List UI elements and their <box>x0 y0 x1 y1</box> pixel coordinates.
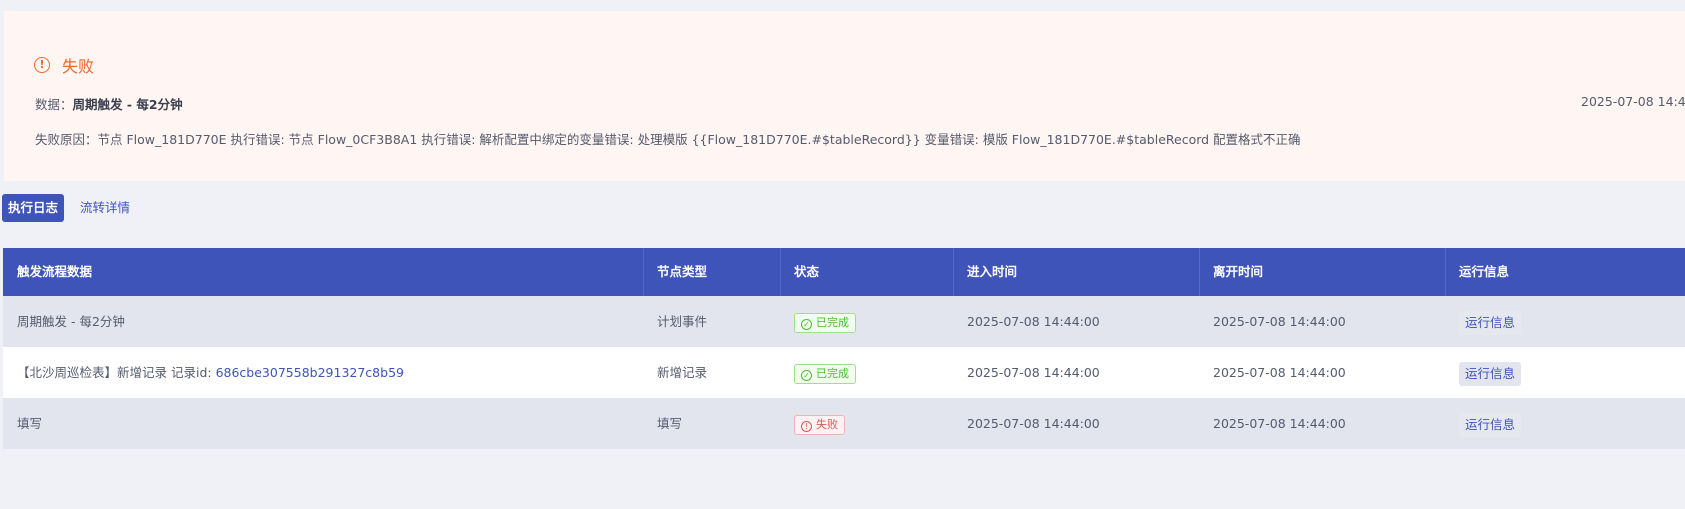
alert-reason: 失败原因：节点 Flow_181D770E 执行错误: 节点 Flow_0CF3… <box>35 132 1301 147</box>
cell-status: ! 失败 <box>780 398 845 449</box>
cell-run-info: 运行信息 <box>1445 296 1522 347</box>
record-id-link[interactable]: 686cbe307558b291327c8b59 <box>216 365 404 380</box>
check-circle-icon: ✓ <box>801 318 812 330</box>
trigger-data-text: 周期触发 - 每2分钟 <box>17 314 125 329</box>
cell-enter-time: 2025-07-08 14:44:00 <box>967 365 1100 380</box>
failure-alert: ! 失败 数据：周期触发 - 每2分钟 2025-07-08 14:44:00 … <box>4 11 1685 181</box>
header-enter-time: 进入时间 <box>967 264 1018 279</box>
cell-run-info: 运行信息 <box>1445 398 1522 449</box>
table-row: 【北沙周巡检表】新增记录 记录id: 686cbe307558b291327c8… <box>3 347 1685 398</box>
status-badge: ! 失败 <box>794 414 845 435</box>
table-header: 触发流程数据 节点类型 状态 进入时间 离开时间 运行信息 <box>3 248 1685 296</box>
table-row: 填写 填写 ! 失败 2025-07-08 14:44:00 2025-07-08… <box>3 398 1685 449</box>
cell-leave-time: 2025-07-08 14:44:00 <box>1213 314 1346 329</box>
alert-data-line: 数据：周期触发 - 每2分钟 <box>35 94 183 113</box>
run-info-button[interactable]: 运行信息 <box>1459 310 1522 335</box>
cell-trigger-data: 【北沙周巡检表】新增记录 记录id: 686cbe307558b291327c8… <box>3 347 404 398</box>
header-leave-time: 离开时间 <box>1213 264 1264 279</box>
status-badge: ✓ 已完成 <box>794 363 856 384</box>
cell-node-type: 新增记录 <box>657 365 708 380</box>
header-status: 状态 <box>794 264 820 279</box>
tab-flow-detail[interactable]: 流转详情 <box>74 194 136 222</box>
cell-status: ✓ 已完成 <box>780 347 856 398</box>
tab-exec-log[interactable]: 执行日志 <box>2 194 65 222</box>
status-text: 已完成 <box>816 315 849 329</box>
exclamation-circle-icon: ! <box>801 420 812 432</box>
trigger-data-text: 填写 <box>17 416 43 431</box>
alert-data-value: 周期触发 - 每2分钟 <box>72 97 183 112</box>
check-circle-icon: ✓ <box>801 369 812 381</box>
run-info-button[interactable]: 运行信息 <box>1459 412 1522 437</box>
cell-trigger-data: 填写 <box>3 398 42 449</box>
cell-run-info: 运行信息 <box>1445 347 1522 398</box>
cell-enter-time: 2025-07-08 14:44:00 <box>967 416 1100 431</box>
status-badge: ✓ 已完成 <box>794 312 856 333</box>
cell-status: ✓ 已完成 <box>780 296 856 347</box>
cell-leave-time: 2025-07-08 14:44:00 <box>1213 416 1346 431</box>
header-run-info: 运行信息 <box>1459 264 1510 279</box>
run-info-button[interactable]: 运行信息 <box>1459 361 1522 386</box>
status-text: 失败 <box>816 417 838 431</box>
cell-node-type: 填写 <box>657 416 683 431</box>
alert-time: 2025-07-08 14:44:00 <box>1581 94 1685 109</box>
exclamation-circle-icon: ! <box>34 57 50 73</box>
cell-trigger-data: 周期触发 - 每2分钟 <box>3 296 125 347</box>
header-trigger-data: 触发流程数据 <box>17 264 93 279</box>
alert-title-text: 失败 <box>62 57 95 76</box>
cell-node-type: 计划事件 <box>657 314 708 329</box>
header-node-type: 节点类型 <box>657 264 708 279</box>
exec-log-table: 触发流程数据 节点类型 状态 进入时间 离开时间 运行信息 周期触发 - 每2分… <box>3 248 1685 508</box>
table-row: 周期触发 - 每2分钟 计划事件 ✓ 已完成 2025-07-08 14:44:0… <box>3 296 1685 347</box>
top-strip <box>0 0 1685 5</box>
status-text: 已完成 <box>816 366 849 380</box>
alert-data-label: 数据： <box>35 97 73 112</box>
alert-title: ! 失败 <box>34 53 94 77</box>
cell-enter-time: 2025-07-08 14:44:00 <box>967 314 1100 329</box>
cell-leave-time: 2025-07-08 14:44:00 <box>1213 365 1346 380</box>
trigger-data-text: 【北沙周巡检表】新增记录 记录id: <box>17 365 216 380</box>
